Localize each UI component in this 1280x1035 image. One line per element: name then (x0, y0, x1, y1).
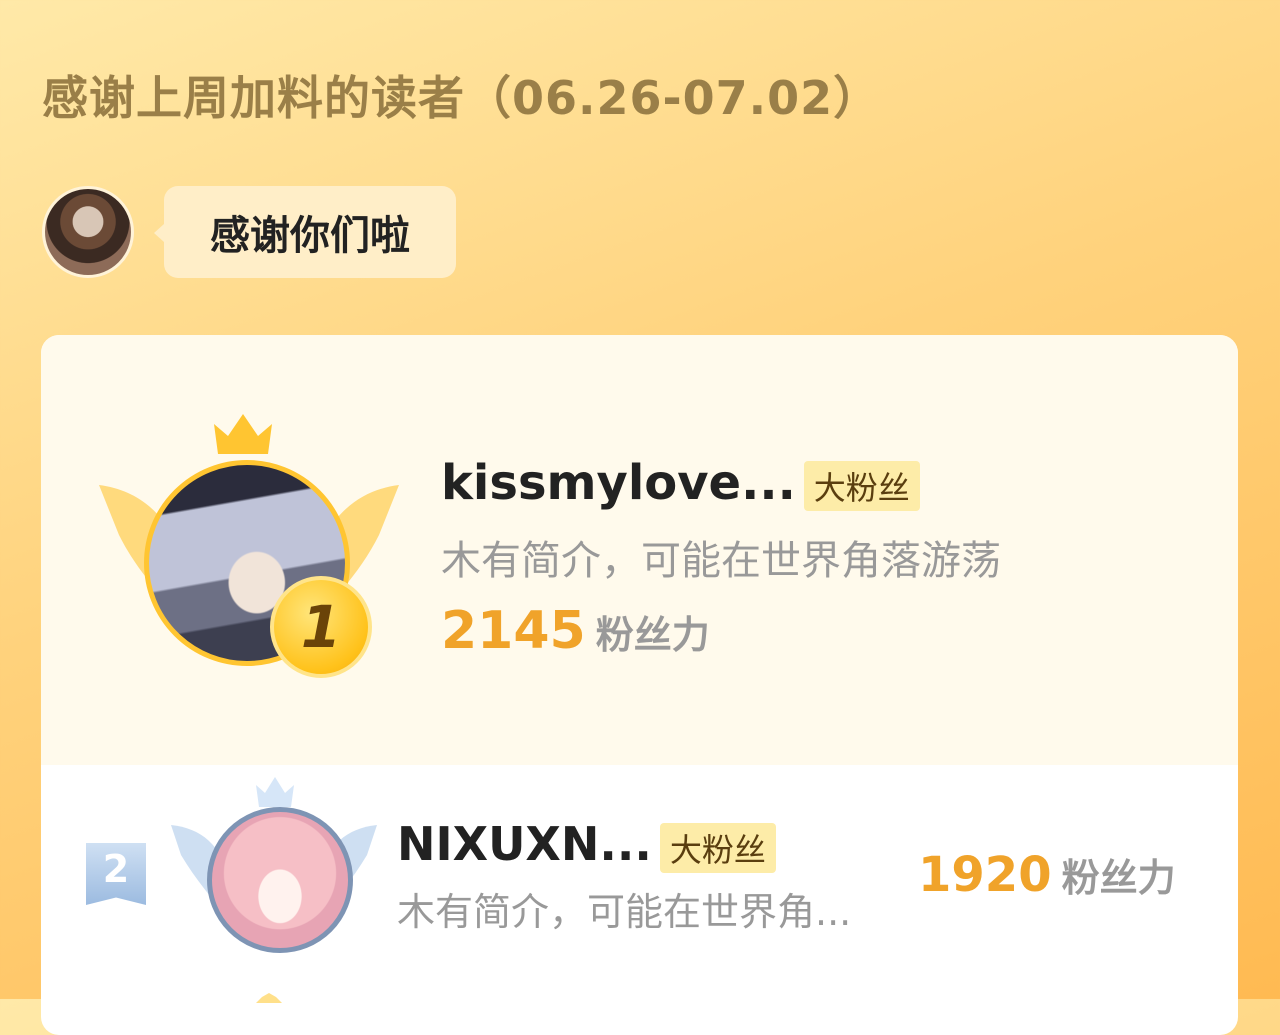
fan-power-value: 1920 (918, 847, 1052, 903)
ranking-card: 1 kissmylove... 大粉丝 木有简介，可能在世界角落游荡 2145 粉丝… (41, 335, 1238, 1035)
crown-icon (214, 414, 272, 454)
user-name[interactable]: kissmylove... (441, 455, 796, 511)
crown-icon (256, 993, 282, 1003)
speech-bubble-text: 感谢你们啦 (210, 213, 410, 259)
user-description: 木有简介，可能在世界角... (397, 890, 852, 934)
rank-ribbon-icon: 2 (86, 843, 146, 905)
user-name-row: kissmylove... 大粉丝 (441, 455, 920, 511)
host-avatar (42, 186, 134, 278)
user-description: 木有简介，可能在世界角落游荡 (441, 538, 1001, 584)
fan-power: 2145 粉丝力 (441, 601, 710, 661)
fan-power-label: 粉丝力 (1061, 856, 1176, 900)
speech-bubble: 感谢你们啦 (154, 186, 456, 278)
user-name-row: NIXUXN... 大粉丝 (397, 817, 776, 873)
fan-power-label: 粉丝力 (595, 613, 710, 657)
ranking-item-1[interactable]: 1 kissmylove... 大粉丝 木有简介，可能在世界角落游荡 2145 粉丝… (41, 335, 1238, 765)
page-title: 感谢上周加料的读者（06.26-07.02） (42, 71, 881, 125)
rank-medal-icon: 1 (270, 576, 372, 678)
user-avatar[interactable] (207, 807, 353, 953)
user-name[interactable]: NIXUXN... (397, 817, 652, 871)
crown-icon (256, 777, 294, 807)
fan-power-value: 2145 (441, 601, 586, 661)
fan-badge: 大粉丝 (803, 461, 920, 511)
fan-badge: 大粉丝 (659, 822, 776, 873)
fan-power: 1920 粉丝力 (918, 847, 1176, 903)
ranking-item-2[interactable]: 2 NIXUXN... 大粉丝 木有简介，可能在世界角... 1920 粉丝力 (41, 765, 1238, 995)
